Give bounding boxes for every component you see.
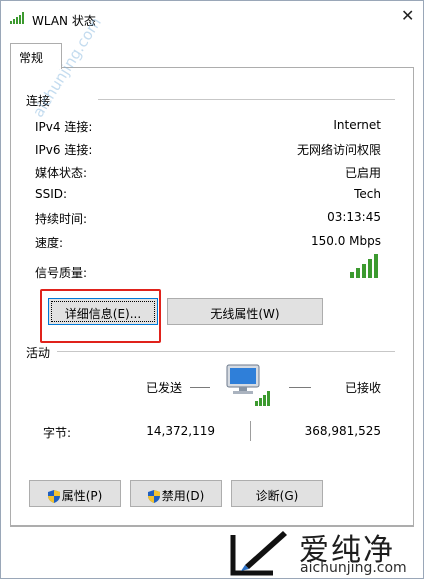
wifi-signal-icon [10,12,24,24]
received-dash [289,387,311,388]
speed-label: 速度: [35,236,64,250]
speed-value: 150.0 Mbps [310,234,381,248]
sent-label: 已发送 [146,381,183,395]
properties-button[interactable]: 属性(P) [29,480,121,507]
bytes-sent-value: 14,372,119 [146,424,215,438]
duration-value: 03:13:45 [327,210,381,224]
signal-strength-icon [350,254,378,278]
red-highlight-box [40,289,161,343]
ssid-label: SSID: [35,187,68,201]
activity-group-line [57,351,395,352]
sent-dash [190,387,210,388]
uac-shield-icon [47,490,60,503]
ipv6-value: 无网络访问权限 [296,143,381,157]
connection-group-line [98,99,395,100]
media-state-label: 媒体状态: [35,166,88,180]
wireless-properties-button[interactable]: 无线属性(W) [167,298,323,325]
diagnose-button-label: 诊断(G) [255,489,299,503]
properties-button-label: 属性(P) [61,489,103,503]
disable-button-label: 禁用(D) [161,489,205,503]
uac-shield-icon [147,490,160,503]
bytes-divider [250,421,251,441]
watermark-logo-icon [230,531,287,576]
ipv6-label: IPv6 连接: [35,143,93,157]
title-bar: WLAN 状态 ✕ [1,1,423,37]
signal-quality-label: 信号质量: [35,266,88,280]
network-computer-icon [226,364,270,406]
close-button[interactable]: ✕ [389,1,423,35]
activity-group-title: 活动 [26,344,51,361]
media-state-value: 已启用 [344,166,381,180]
disable-button[interactable]: 禁用(D) [130,480,222,507]
dialog-window: WLAN 状态 ✕ 常规 连接 IPv4 连接: Internet IPv6 连… [0,0,424,579]
watermark-url: aichunjing.com [300,560,407,576]
close-icon: ✕ [401,6,415,25]
bytes-label: 字节: [43,426,72,440]
bytes-received-value: 368,981,525 [304,424,381,438]
tab-general[interactable]: 常规 [10,43,62,69]
tab-label: 常规 [19,51,44,65]
duration-label: 持续时间: [35,212,88,226]
ssid-value: Tech [354,187,381,201]
watermark-logo: 爱纯净 aichunjing.com [229,525,424,580]
ipv4-value: Internet [333,118,381,132]
wireless-properties-label: 无线属性(W) [210,307,280,321]
diagnose-button[interactable]: 诊断(G) [231,480,323,507]
received-label: 已接收 [345,381,382,395]
